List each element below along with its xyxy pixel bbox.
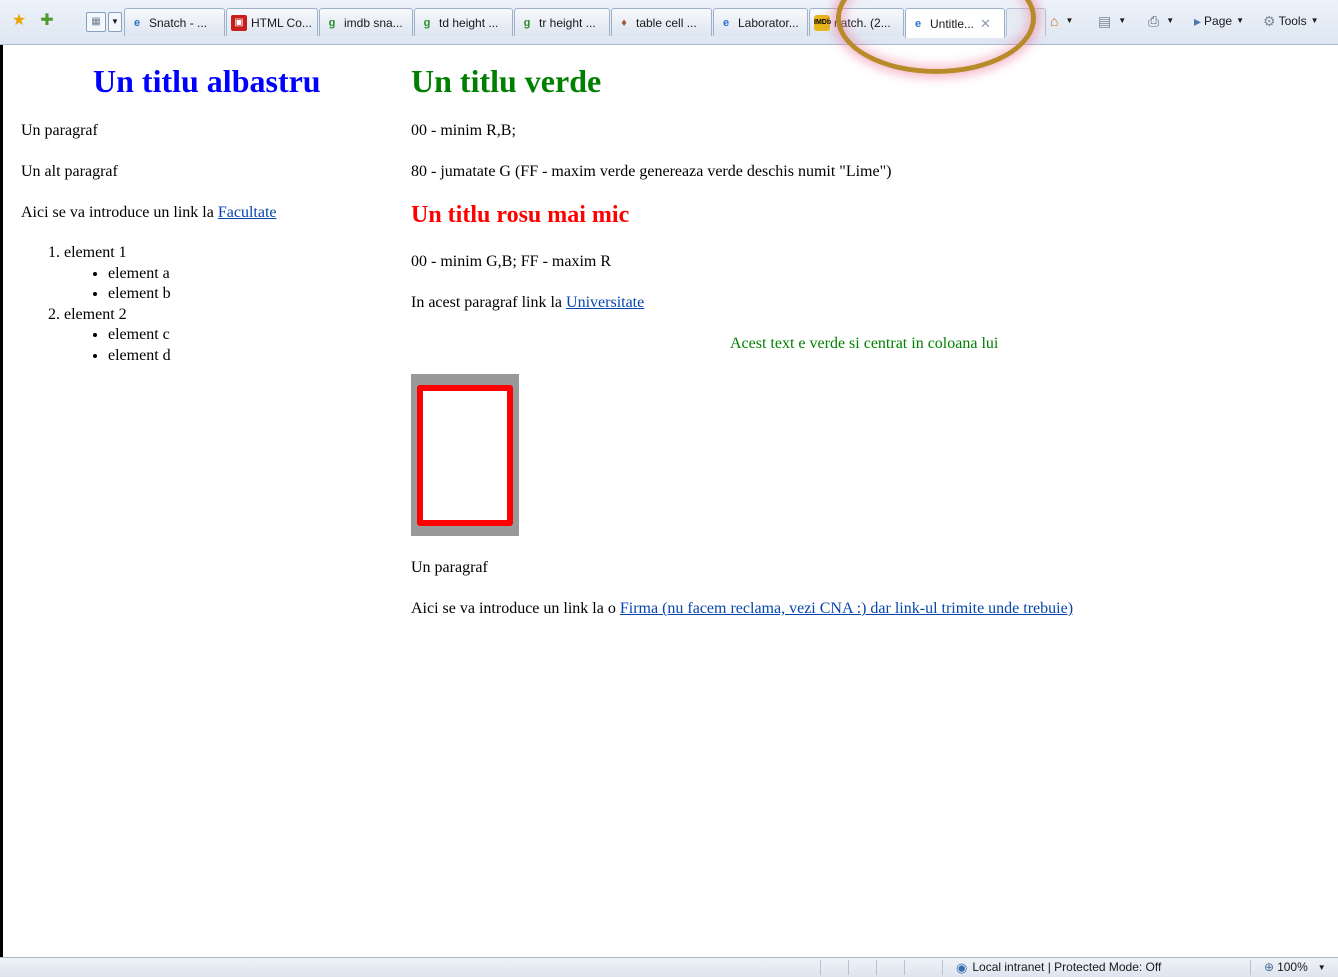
tab-laborator[interactable]: e Laborator... xyxy=(713,8,808,36)
google-icon: g xyxy=(328,16,336,29)
home-button[interactable]: ⌂ ▼ xyxy=(1050,12,1073,30)
list-item: element d xyxy=(108,346,171,367)
tab-list-dropdown-icon[interactable]: ▼ xyxy=(108,12,122,32)
right-link-paragraph: In acest paragraf link la Universitate xyxy=(411,293,644,313)
tab-tr-height[interactable]: g tr height ... xyxy=(514,8,610,36)
list-item: element 2 element c element d xyxy=(64,305,171,367)
ie-page-icon: e xyxy=(914,17,922,30)
page-icon: ▸ xyxy=(1194,13,1202,29)
status-divider xyxy=(942,960,943,975)
list-item-label: element 1 xyxy=(64,244,127,261)
left-link-paragraph: Aici se va introduce un link la Facultat… xyxy=(21,203,276,223)
security-zone-label: Local intranet | Protected Mode: Off xyxy=(972,960,1162,974)
left-paragraph-2: Un alt paragraf xyxy=(21,163,118,180)
page-content: Un titlu albastru Un paragraf Un alt par… xyxy=(0,45,1338,957)
tab-untitled[interactable]: e Untitle... ✕ xyxy=(905,8,1005,38)
status-divider xyxy=(904,960,905,975)
list-item: element a xyxy=(108,264,171,285)
red-square-icon: ▣ xyxy=(231,14,247,31)
list-item: element c xyxy=(108,325,171,346)
tab-label: tr height ... xyxy=(539,15,596,30)
right-paragraph-1: 00 - minim R,B; xyxy=(411,122,516,139)
left-paragraph-1: Un paragraf xyxy=(21,122,98,139)
centered-green-text: Acest text e verde si centrat in coloana… xyxy=(730,335,999,352)
tab-label: table cell ... xyxy=(636,15,697,30)
status-divider xyxy=(820,960,821,975)
quick-tabs-icon[interactable]: ▦ xyxy=(86,12,106,32)
ordered-list: element 1 element a element b element 2 … xyxy=(20,243,171,366)
google-icon: g xyxy=(423,16,431,29)
tab-html-co[interactable]: ▣ HTML Co... xyxy=(226,8,318,36)
tab-label: imdb sna... xyxy=(344,15,403,30)
nested-list: element c element d xyxy=(64,325,171,366)
page-menu-button[interactable]: ▸ Page ▼ xyxy=(1194,12,1244,30)
zoom-level: 100% xyxy=(1277,960,1308,974)
firma-link-paragraph: Aici se va introduce un link la o Firma … xyxy=(411,599,1073,619)
tab-label: natch. (2... xyxy=(834,15,891,30)
globe-icon: ◉ xyxy=(956,960,968,975)
printer-icon: ⎙ xyxy=(1148,13,1160,29)
universitate-link[interactable]: Universitate xyxy=(566,294,644,311)
tab-td-height[interactable]: g td height ... xyxy=(414,8,513,36)
tools-menu-label: Tools xyxy=(1278,14,1307,28)
chevron-down-icon: ▼ xyxy=(1236,16,1244,25)
right-paragraph-4: Un paragraf xyxy=(411,559,488,576)
status-bar: ◉ Local intranet | Protected Mode: Off ⊕… xyxy=(0,957,1338,977)
right-link-prefix: In acest paragraf link la xyxy=(411,294,567,311)
zoom-icon: ⊕ xyxy=(1264,960,1275,974)
tab-snatch[interactable]: e Snatch - ... xyxy=(124,8,225,36)
firma-link[interactable]: Firma (nu facem reclama, vezi CNA :) dar… xyxy=(620,600,1073,617)
chevron-down-icon[interactable]: ▼ xyxy=(1166,12,1174,30)
print-button[interactable]: ⎙ ▼ xyxy=(1148,12,1174,30)
new-tab-button[interactable] xyxy=(1006,8,1046,36)
zoom-control[interactable]: ⊕ 100% ▼ xyxy=(1264,960,1326,975)
msdn-icon: ♦ xyxy=(621,16,627,29)
add-favorites-icon[interactable]: ✚ xyxy=(37,11,57,31)
right-title: Un titlu verde xyxy=(411,63,602,99)
tab-imdb-sna[interactable]: g imdb sna... xyxy=(319,8,413,36)
imdb-icon: IMDb xyxy=(814,14,831,31)
security-zone[interactable]: ◉ Local intranet | Protected Mode: Off xyxy=(956,960,1161,975)
status-divider xyxy=(848,960,849,975)
tab-label: Untitle... xyxy=(930,16,975,31)
tab-label: HTML Co... xyxy=(251,15,312,30)
feeds-button[interactable]: ▤ ▼ xyxy=(1098,12,1126,30)
tools-menu-button[interactable]: ⚙ Tools ▼ xyxy=(1263,12,1319,30)
list-item: element 1 element a element b xyxy=(64,243,171,305)
right-paragraph-3: 00 - minim G,B; FF - maxim R xyxy=(411,253,612,270)
tab-label: Snatch - ... xyxy=(149,15,208,30)
status-divider xyxy=(876,960,877,975)
list-item-label: element 2 xyxy=(64,305,127,323)
firma-link-prefix: Aici se va introduce un link la o xyxy=(411,600,620,617)
chevron-down-icon: ▼ xyxy=(1310,16,1319,25)
tab-snatch-imdb[interactable]: IMDb natch. (2... xyxy=(809,8,904,36)
tab-table-cell[interactable]: ♦ table cell ... xyxy=(611,8,712,36)
tab-label: Laborator... xyxy=(738,15,799,30)
status-divider xyxy=(1250,960,1251,975)
gear-icon: ⚙ xyxy=(1263,13,1276,29)
feeds-icon: ▤ xyxy=(1098,13,1112,29)
facultate-link[interactable]: Facultate xyxy=(218,204,277,221)
red-subtitle: Un titlu rosu mai mic xyxy=(411,202,630,228)
tab-label: td height ... xyxy=(439,15,499,30)
chevron-down-icon[interactable]: ▼ xyxy=(1065,12,1073,30)
nested-list: element a element b xyxy=(64,264,171,305)
framed-image xyxy=(411,374,519,536)
close-tab-icon[interactable]: ✕ xyxy=(980,16,991,32)
page-menu-label: Page xyxy=(1204,14,1233,28)
ie-page-icon: e xyxy=(133,16,141,29)
left-title: Un titlu albastru xyxy=(93,63,321,99)
favorites-star-icon[interactable]: ★ xyxy=(9,11,29,31)
chevron-down-icon[interactable]: ▼ xyxy=(1318,960,1326,975)
right-paragraph-2: 80 - jumatate G (FF - maxim verde genere… xyxy=(411,163,892,180)
browser-toolbar: ★ ✚ ▦ ▼ e Snatch - ... ▣ HTML Co... g im… xyxy=(0,0,1338,74)
chevron-down-icon[interactable]: ▼ xyxy=(1118,12,1126,30)
google-icon: g xyxy=(523,16,531,29)
left-link-prefix: Aici se va introduce un link la xyxy=(21,204,218,221)
list-item: element b xyxy=(108,284,171,305)
ie-page-icon: e xyxy=(722,16,730,29)
red-border-rectangle xyxy=(417,385,513,526)
home-icon: ⌂ xyxy=(1050,13,1059,29)
